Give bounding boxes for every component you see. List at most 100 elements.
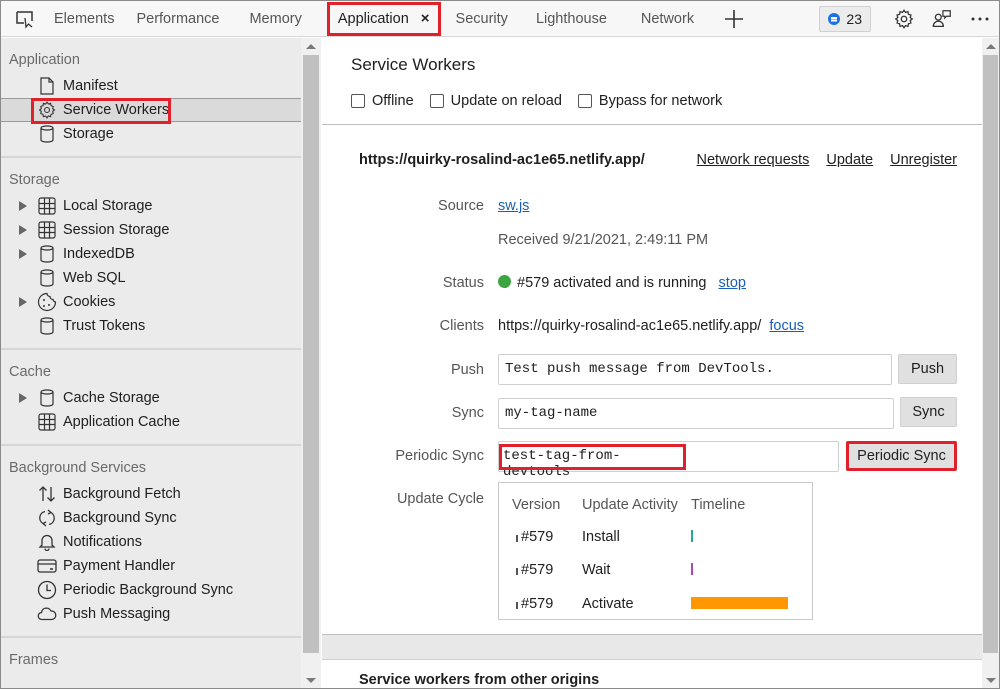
section-separator bbox=[322, 634, 982, 660]
add-tab-button[interactable] bbox=[719, 1, 749, 37]
sidebar-item-local-storage[interactable]: Local Storage bbox=[1, 194, 301, 218]
table-row-version[interactable]: #579 bbox=[516, 529, 553, 545]
periodic-sync-input[interactable]: test-tag-from-devtools bbox=[498, 441, 839, 480]
column-header-timeline: Timeline bbox=[691, 497, 746, 513]
sidebar-item-payment-handler[interactable]: Payment Handler bbox=[1, 554, 301, 578]
sidebar-item-service-workers[interactable]: Service Workers bbox=[1, 98, 301, 124]
tab-network[interactable]: Network bbox=[630, 1, 705, 37]
tab-elements[interactable]: Elements bbox=[43, 1, 125, 37]
page-title: Service Workers bbox=[351, 55, 476, 74]
sidebar-item-background-sync[interactable]: Background Sync bbox=[1, 506, 301, 530]
scroll-down-arrow-icon[interactable] bbox=[986, 678, 996, 683]
close-tab-icon[interactable]: × bbox=[421, 10, 430, 27]
main-scrollbar-thumb[interactable] bbox=[983, 55, 998, 653]
scroll-down-arrow-icon[interactable] bbox=[306, 678, 316, 683]
expand-arrow-icon[interactable] bbox=[19, 297, 31, 307]
update-cycle-table: Version Update Activity Timeline #579 In… bbox=[498, 482, 813, 620]
tab-performance[interactable]: Performance bbox=[125, 1, 230, 37]
checkbox-box[interactable] bbox=[351, 94, 365, 108]
main-scrollbar[interactable] bbox=[982, 38, 999, 688]
periodic-sync-label: Periodic Sync bbox=[395, 448, 484, 464]
section-title-application: Application bbox=[9, 52, 80, 68]
section-title-frames: Frames bbox=[9, 652, 59, 668]
section-title-storage: Storage bbox=[9, 172, 60, 188]
panel-tabbar: Elements Performance Memory Application … bbox=[1, 1, 999, 37]
sidebar-item-background-fetch[interactable]: Background Fetch bbox=[1, 482, 301, 506]
issues-counter-button[interactable]: 23 bbox=[819, 6, 871, 32]
table-row-activity: Wait bbox=[582, 562, 611, 578]
source-value: sw.js bbox=[498, 198, 529, 214]
feedback-button[interactable] bbox=[923, 1, 961, 37]
sidebar-item-storage[interactable]: Storage bbox=[1, 122, 301, 146]
push-message-input[interactable]: Test push message from DevTools. bbox=[498, 354, 892, 385]
offline-checkbox[interactable]: Offline bbox=[351, 93, 414, 109]
checkbox-box[interactable] bbox=[577, 94, 592, 108]
devtools-window: Elements Performance Memory Application … bbox=[0, 0, 1000, 689]
update-cycle-label: Update Cycle bbox=[396, 491, 484, 507]
settings-button[interactable] bbox=[885, 1, 923, 37]
status-text: #579 activated and is running bbox=[517, 275, 707, 291]
clock-icon bbox=[37, 580, 57, 600]
focus-link[interactable]: focus bbox=[769, 318, 804, 334]
sidebar-item-push-messaging[interactable]: Push Messaging bbox=[1, 602, 301, 626]
sidebar-item-session-storage[interactable]: Session Storage bbox=[1, 218, 301, 242]
tab-lighthouse[interactable]: Lighthouse bbox=[525, 1, 618, 37]
message-icon bbox=[828, 13, 841, 25]
unregister-link[interactable]: Unregister bbox=[890, 152, 957, 168]
tab-application[interactable]: Application × bbox=[326, 1, 441, 36]
sidebar-scrollbar-thumb[interactable] bbox=[303, 55, 319, 653]
card-icon bbox=[37, 556, 57, 576]
cookie-icon bbox=[37, 292, 57, 312]
received-timestamp: Received 9/21/2021, 2:49:11 PM bbox=[498, 232, 709, 248]
scroll-up-arrow-icon[interactable] bbox=[986, 44, 996, 49]
scroll-up-arrow-icon[interactable] bbox=[306, 44, 316, 49]
database-icon bbox=[37, 268, 57, 288]
expand-arrow-icon[interactable] bbox=[19, 225, 31, 235]
tab-memory[interactable]: Memory bbox=[238, 1, 312, 37]
stop-link[interactable]: stop bbox=[719, 275, 746, 291]
sidebar-scrollbar[interactable] bbox=[301, 38, 321, 688]
checkbox-box[interactable] bbox=[429, 94, 444, 108]
sync-button[interactable]: Sync bbox=[900, 397, 957, 427]
table-row-version[interactable]: #579 bbox=[516, 596, 553, 612]
column-header-update-activity: Update Activity bbox=[582, 497, 678, 513]
source-label: Source bbox=[438, 198, 484, 214]
update-link[interactable]: Update bbox=[826, 152, 873, 168]
bypass-for-network-checkbox[interactable]: Bypass for network bbox=[577, 93, 722, 109]
more-icon bbox=[971, 17, 989, 21]
push-label: Push bbox=[450, 362, 484, 378]
sidebar-item-web-sql[interactable]: Web SQL bbox=[1, 266, 301, 290]
bell-icon bbox=[37, 532, 57, 552]
sidebar-item-manifest[interactable]: Manifest bbox=[1, 74, 301, 98]
expand-arrow-icon[interactable] bbox=[19, 249, 31, 259]
inspect-element-button[interactable] bbox=[7, 1, 43, 37]
sidebar-item-application-cache[interactable]: Application Cache bbox=[1, 410, 301, 434]
network-requests-link[interactable]: Network requests bbox=[697, 152, 810, 168]
timeline-bar-install bbox=[691, 530, 693, 542]
database-icon bbox=[37, 316, 57, 336]
periodic-sync-button[interactable]: Periodic Sync bbox=[846, 441, 957, 471]
expand-arrow-icon[interactable] bbox=[19, 201, 31, 211]
more-options-button[interactable] bbox=[961, 1, 999, 37]
section-title-cache: Cache bbox=[9, 364, 51, 380]
table-row-version[interactable]: #579 bbox=[516, 562, 553, 578]
source-link[interactable]: sw.js bbox=[498, 198, 529, 214]
sidebar-item-indexeddb[interactable]: IndexedDB bbox=[1, 242, 301, 266]
push-button[interactable]: Push bbox=[898, 354, 957, 384]
other-origins-heading: Service workers from other origins bbox=[359, 672, 600, 688]
grid-icon bbox=[37, 412, 57, 432]
sw-options: Offline Update on reload Bypass for netw… bbox=[351, 93, 722, 109]
sidebar-item-trust-tokens[interactable]: Trust Tokens bbox=[1, 314, 301, 338]
status-value: #579 activated and is running stop bbox=[498, 275, 746, 291]
sidebar-item-notifications[interactable]: Notifications bbox=[1, 530, 301, 554]
database-icon bbox=[37, 124, 57, 144]
timeline-bar-activate bbox=[691, 597, 788, 609]
sync-tag-input[interactable]: my-tag-name bbox=[498, 398, 894, 429]
update-on-reload-checkbox[interactable]: Update on reload bbox=[429, 93, 562, 109]
tab-security[interactable]: Security bbox=[445, 1, 519, 37]
sidebar-item-cookies[interactable]: Cookies bbox=[1, 290, 301, 314]
sidebar-item-periodic-background-sync[interactable]: Periodic Background Sync bbox=[1, 578, 301, 602]
sidebar-item-cache-storage[interactable]: Cache Storage bbox=[1, 386, 301, 410]
expand-arrow-icon[interactable] bbox=[19, 393, 31, 403]
origin-actions: Network requests Update Unregister bbox=[697, 152, 957, 168]
